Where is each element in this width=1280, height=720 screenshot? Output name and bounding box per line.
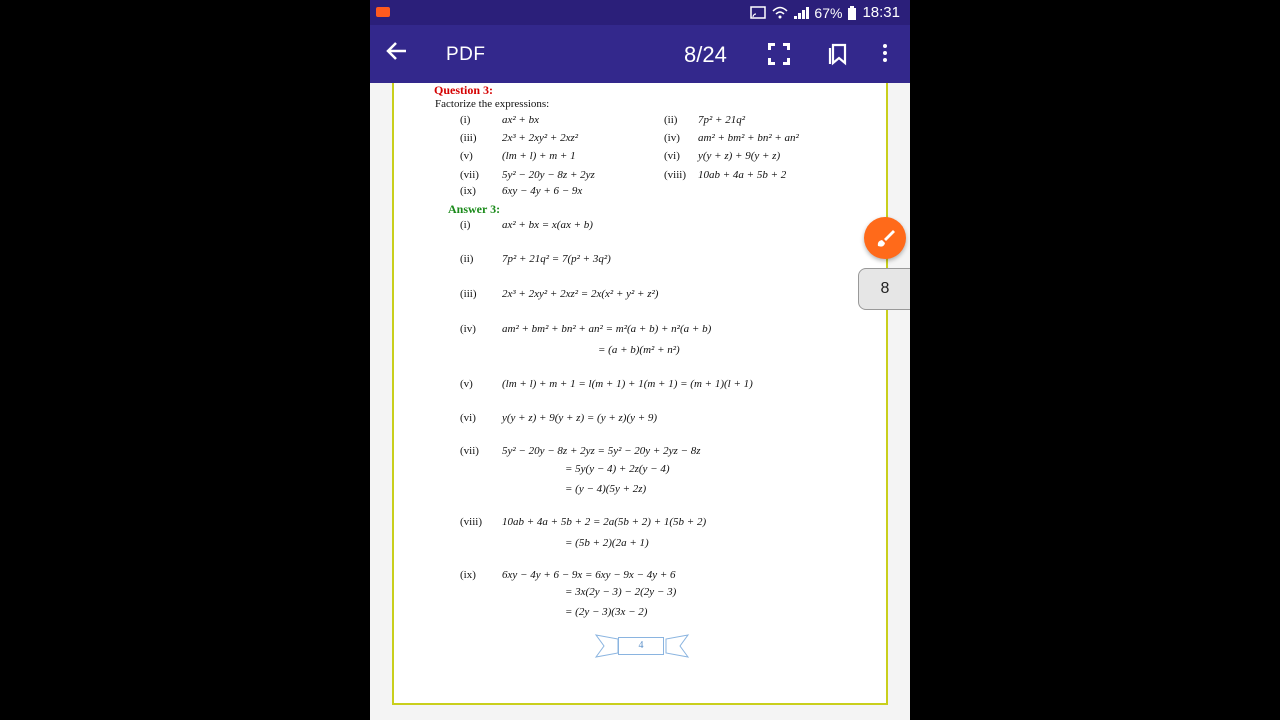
answer-line: (lm + l) + m + 1 = l(m + 1) + 1(m + 1) =… <box>502 378 753 390</box>
answer-line: y(y + z) + 9(y + z) = (y + z)(y + 9) <box>502 412 658 424</box>
answer-heading: Answer 3: <box>448 202 501 216</box>
annotate-brush-button[interactable] <box>864 217 906 259</box>
question-intro: Factorize the expressions: <box>435 98 550 110</box>
answer-label: (i) <box>460 219 471 231</box>
answer-line: 6xy − 4y + 6 − 9x = 6xy − 9x − 4y + 6 <box>502 569 676 581</box>
answer-label: (ii) <box>460 253 474 265</box>
phone-screen: 67% 18:31 PDF 8/24 Question 3: Factorize… <box>370 0 910 720</box>
question-expression: 2x³ + 2xy² + 2xz² <box>502 132 579 144</box>
answer-label: (v) <box>460 378 473 390</box>
answer-line: ax² + bx = x(ax + b) <box>502 219 593 231</box>
fullscreen-icon[interactable] <box>768 43 790 65</box>
question-label: (vii) <box>460 169 479 181</box>
answer-label: (iv) <box>460 323 476 335</box>
more-options-icon[interactable] <box>882 42 888 66</box>
answer-line: 7p² + 21q² = 7(p² + 3q²) <box>502 253 611 265</box>
battery-percent: 67% <box>814 4 843 21</box>
answer-line: 10ab + 4a + 5b + 2 = 2a(5b + 2) + 1(5b +… <box>502 516 707 528</box>
back-arrow-icon[interactable] <box>386 39 408 67</box>
question-expression: (lm + l) + m + 1 <box>502 150 576 162</box>
pdf-page: Question 3: Factorize the expressions: (… <box>392 83 888 705</box>
answer-line: = 5y(y − 4) + 2z(y − 4) <box>565 463 670 475</box>
signal-icon <box>794 6 810 19</box>
clock: 18:31 <box>862 4 900 21</box>
question-label: (iii) <box>460 132 477 144</box>
question-expression: y(y + z) + 9(y + z) <box>698 150 781 162</box>
answer-label: (vi) <box>460 412 476 424</box>
question-expression: 7p² + 21q² <box>698 114 746 126</box>
screen-record-icon <box>376 7 390 17</box>
question-label: (ix) <box>460 185 476 197</box>
question-expression: 6xy − 4y + 6 − 9x <box>502 185 583 197</box>
status-bar: 67% 18:31 <box>370 0 910 25</box>
answer-label: (ix) <box>460 569 476 581</box>
question-label: (vi) <box>664 150 680 162</box>
answer-label: (iii) <box>460 288 477 300</box>
question-expression: 5y² − 20y − 8z + 2yz <box>502 169 595 181</box>
question-expression: 10ab + 4a + 5b + 2 <box>698 169 787 181</box>
app-title: PDF <box>446 44 486 65</box>
answer-label: (vii) <box>460 445 479 457</box>
page-jump-tab[interactable]: 8 <box>858 268 910 310</box>
question-label: (v) <box>460 150 473 162</box>
question-heading: Question 3: <box>434 83 494 97</box>
app-bar: PDF 8/24 <box>370 25 910 83</box>
question-label: (viii) <box>664 169 686 181</box>
footer-page-number: 4 <box>618 637 664 655</box>
answer-line: 5y² − 20y − 8z + 2yz = 5y² − 20y + 2yz −… <box>502 445 701 457</box>
question-label: (i) <box>460 114 471 126</box>
page-footer: 4 <box>594 631 690 659</box>
brush-icon <box>877 230 895 247</box>
bookmark-icon[interactable] <box>828 42 848 66</box>
pdf-viewer[interactable]: Question 3: Factorize the expressions: (… <box>370 83 910 720</box>
answer-line: = (5b + 2)(2a + 1) <box>565 537 649 549</box>
page-indicator[interactable]: 8/24 <box>684 42 727 68</box>
question-expression: am² + bm² + bn² + an² <box>698 132 799 144</box>
answer-line: 2x³ + 2xy² + 2xz² = 2x(x² + y² + z²) <box>502 288 659 300</box>
cast-icon <box>750 6 767 19</box>
question-label: (iv) <box>664 132 680 144</box>
answer-line: = 3x(2y − 3) − 2(2y − 3) <box>565 586 677 598</box>
question-label: (ii) <box>664 114 678 126</box>
battery-icon <box>848 5 857 20</box>
answer-line: = (y − 4)(5y + 2z) <box>565 483 647 495</box>
answer-line: am² + bm² + bn² + an² = m²(a + b) + n²(a… <box>502 323 712 335</box>
wifi-icon <box>772 6 788 19</box>
answer-label: (viii) <box>460 516 482 528</box>
question-expression: ax² + bx <box>502 114 539 126</box>
answer-line: = (a + b)(m² + n²) <box>598 344 680 356</box>
answer-line: = (2y − 3)(3x − 2) <box>565 606 648 618</box>
